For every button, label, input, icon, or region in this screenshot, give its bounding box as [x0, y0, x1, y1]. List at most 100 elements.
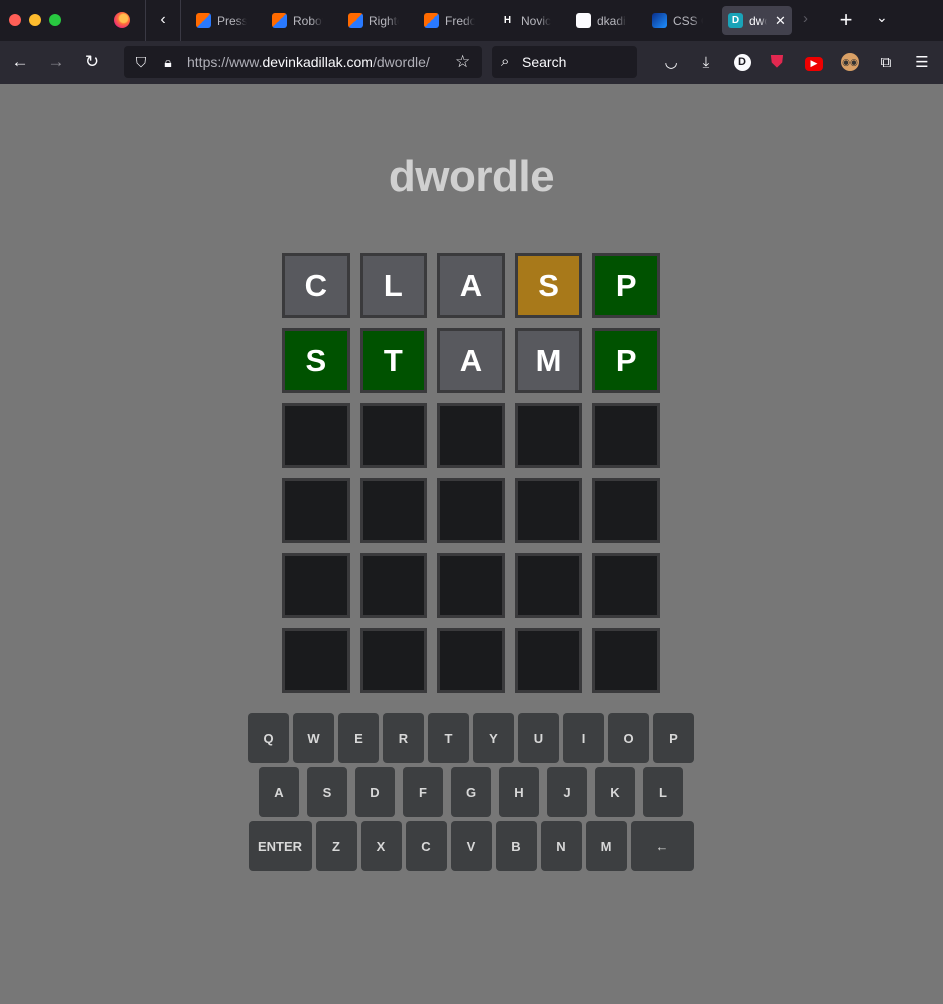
- yb-favicon-icon: [272, 13, 287, 28]
- key-q[interactable]: Q: [248, 713, 289, 763]
- close-window-button[interactable]: [9, 14, 21, 26]
- tab-righte[interactable]: Righte: [342, 6, 408, 35]
- board-tile: [514, 403, 583, 468]
- close-tab-icon[interactable]: ✕: [775, 13, 786, 29]
- css-favicon-icon: [652, 13, 667, 28]
- page-title: dwordle: [388, 152, 555, 201]
- key-n[interactable]: N: [540, 821, 582, 871]
- tab-scroll-left-icon[interactable]: ‹: [154, 9, 172, 31]
- tab-css[interactable]: CSS G: [646, 6, 712, 35]
- url-host: devinkadillak.com: [262, 54, 373, 70]
- key-backspace[interactable]: ←: [630, 821, 694, 871]
- board-tile: A: [437, 328, 505, 393]
- downloads-icon[interactable]: ⤓: [696, 52, 716, 72]
- url-path: /dwordle/: [372, 54, 430, 70]
- lock-icon[interactable]: 🔒︎: [159, 52, 177, 72]
- youtube-extension-icon[interactable]: ▶: [804, 52, 824, 72]
- tab-dwordle[interactable]: D dwo ✕: [722, 6, 792, 35]
- key-x[interactable]: X: [360, 821, 402, 871]
- key-w[interactable]: W: [293, 713, 334, 763]
- board-tile: [437, 628, 505, 693]
- board-tile: [359, 628, 428, 693]
- board-tile: L: [359, 253, 428, 318]
- key-f[interactable]: F: [403, 767, 443, 817]
- board-row: STAMP: [282, 328, 660, 393]
- zoom-window-button[interactable]: [49, 14, 61, 26]
- tab-press[interactable]: Press: [190, 6, 256, 35]
- bookmark-star-icon[interactable]: ☆: [455, 52, 470, 72]
- tab-dkadillak-github[interactable]: dkadil: [570, 6, 636, 35]
- owl-extension-icon[interactable]: ◉◉: [840, 52, 860, 72]
- tab-label: Novice: [521, 13, 551, 28]
- board-row: [282, 553, 660, 618]
- key-o[interactable]: O: [608, 713, 649, 763]
- key-g[interactable]: G: [451, 767, 491, 817]
- menu-hamburger-icon[interactable]: ☰: [912, 52, 932, 72]
- youtube-play-icon: ▶: [805, 56, 823, 71]
- new-tab-icon[interactable]: +: [837, 7, 855, 33]
- board-tile: S: [514, 253, 583, 318]
- reload-icon[interactable]: ↻: [81, 51, 103, 73]
- list-all-tabs-icon[interactable]: ⌄: [876, 9, 888, 26]
- keyboard-row-3: ENTER Z X C V B N M ←: [248, 821, 694, 871]
- key-a[interactable]: A: [259, 767, 299, 817]
- key-m[interactable]: M: [585, 821, 627, 871]
- yb-favicon-icon: [424, 13, 439, 28]
- tab-label: dwo: [749, 13, 767, 28]
- ublock-shield-icon[interactable]: ⛊: [767, 52, 787, 72]
- tracking-shield-icon[interactable]: ⛉: [132, 52, 150, 72]
- key-k[interactable]: K: [595, 767, 635, 817]
- search-input[interactable]: ⌕ Search: [492, 46, 637, 78]
- board-tile: [359, 478, 428, 543]
- owl-face-icon: ◉◉: [841, 53, 859, 71]
- tab-novice[interactable]: H Novice: [494, 6, 560, 35]
- board-tile: [359, 553, 428, 618]
- key-enter[interactable]: ENTER: [248, 821, 312, 871]
- key-t[interactable]: T: [428, 713, 469, 763]
- board-tile: [514, 478, 583, 543]
- page-content: dwordle CLASPSTAMP QWERTYUIOP ASDFGHJKL …: [0, 84, 943, 1004]
- board-tile: [282, 403, 350, 468]
- url-bar[interactable]: ⛉ 🔒︎ https://www.devinkadillak.com/dword…: [124, 46, 482, 78]
- pocket-icon[interactable]: ◡: [661, 52, 681, 72]
- browser-nav-bar: ← → ↻ ⛉ 🔒︎ https://www.devinkadillak.com…: [0, 41, 943, 84]
- tab-scroll-right-icon[interactable]: ›: [803, 10, 808, 27]
- key-v[interactable]: V: [450, 821, 492, 871]
- key-h[interactable]: H: [499, 767, 539, 817]
- firefox-view-icon[interactable]: [114, 12, 130, 28]
- tab-fredol[interactable]: Fredol: [418, 6, 484, 35]
- key-i[interactable]: I: [563, 713, 604, 763]
- key-u[interactable]: U: [518, 713, 559, 763]
- board-tile: [437, 553, 505, 618]
- key-e[interactable]: E: [338, 713, 379, 763]
- key-z[interactable]: Z: [315, 821, 357, 871]
- key-y[interactable]: Y: [473, 713, 514, 763]
- tab-label: dkadil: [597, 13, 627, 28]
- tab-label: Robot: [293, 13, 323, 28]
- key-s[interactable]: S: [307, 767, 347, 817]
- key-p[interactable]: P: [653, 713, 694, 763]
- board-row: [282, 628, 660, 693]
- url-text[interactable]: https://www.devinkadillak.com/dwordle/: [187, 54, 430, 70]
- key-d[interactable]: D: [355, 767, 395, 817]
- key-c[interactable]: C: [405, 821, 447, 871]
- tab-robot[interactable]: Robot: [266, 6, 332, 35]
- h-favicon-icon: H: [503, 15, 512, 26]
- board-tile: [592, 553, 660, 618]
- game-board: CLASPSTAMP: [282, 253, 660, 703]
- search-icon: ⌕: [501, 53, 510, 70]
- tab-label: Righte: [369, 13, 399, 28]
- key-l[interactable]: L: [643, 767, 683, 817]
- keyboard-row-2: ASDFGHJKL: [248, 767, 694, 817]
- key-r[interactable]: R: [383, 713, 424, 763]
- board-tile: [592, 628, 660, 693]
- key-j[interactable]: J: [547, 767, 587, 817]
- minimize-window-button[interactable]: [29, 14, 41, 26]
- forward-icon[interactable]: →: [45, 51, 67, 73]
- board-tile: [282, 628, 350, 693]
- back-icon[interactable]: ←: [9, 51, 31, 73]
- github-icon: [576, 13, 591, 28]
- extensions-puzzle-icon[interactable]: ⧉: [876, 52, 896, 72]
- extension-d-icon[interactable]: D: [732, 52, 752, 72]
- key-b[interactable]: B: [495, 821, 537, 871]
